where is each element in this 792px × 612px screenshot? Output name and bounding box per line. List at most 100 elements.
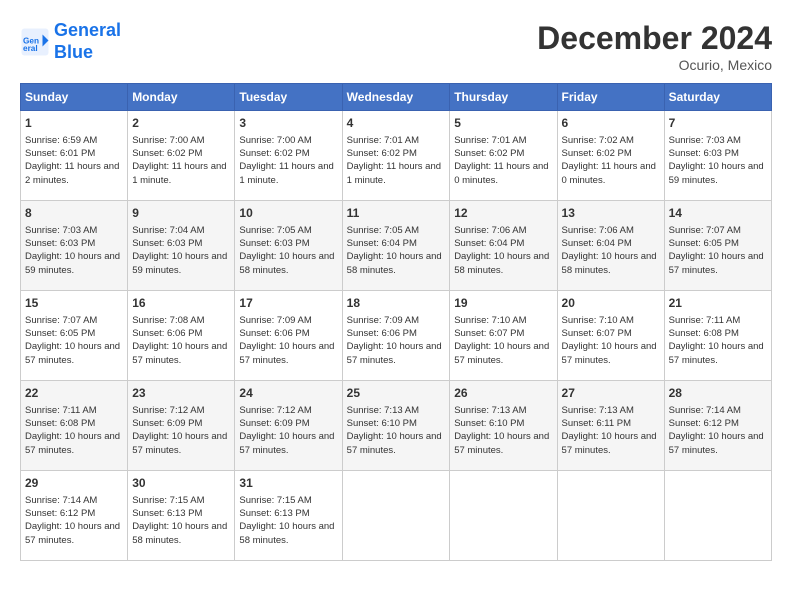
day-number: 7 [669, 115, 767, 132]
sunrise-label: Sunrise: 7:12 AM [239, 405, 311, 416]
sunrise-label: Sunrise: 7:05 AM [347, 225, 419, 236]
sunset-label: Sunset: 6:03 PM [239, 238, 309, 249]
sunset-label: Sunset: 6:06 PM [239, 328, 309, 339]
sunrise-label: Sunrise: 7:14 AM [25, 495, 97, 506]
calendar-cell: 9 Sunrise: 7:04 AM Sunset: 6:03 PM Dayli… [128, 201, 235, 291]
sunrise-label: Sunrise: 7:07 AM [669, 225, 741, 236]
calendar-cell: 13 Sunrise: 7:06 AM Sunset: 6:04 PM Dayl… [557, 201, 664, 291]
calendar-cell: 16 Sunrise: 7:08 AM Sunset: 6:06 PM Dayl… [128, 291, 235, 381]
calendar-cell: 25 Sunrise: 7:13 AM Sunset: 6:10 PM Dayl… [342, 381, 450, 471]
daylight-label: Daylight: 10 hours and 59 minutes. [669, 161, 764, 185]
sunset-label: Sunset: 6:12 PM [25, 508, 95, 519]
sunrise-label: Sunrise: 7:03 AM [25, 225, 97, 236]
sunset-label: Sunset: 6:06 PM [132, 328, 202, 339]
calendar-cell: 12 Sunrise: 7:06 AM Sunset: 6:04 PM Dayl… [450, 201, 557, 291]
logo-line2: Blue [54, 42, 93, 62]
day-number: 22 [25, 385, 123, 402]
daylight-label: Daylight: 10 hours and 57 minutes. [25, 341, 120, 365]
daylight-label: Daylight: 10 hours and 58 minutes. [347, 251, 442, 275]
sunset-label: Sunset: 6:02 PM [454, 148, 524, 159]
day-number: 19 [454, 295, 552, 312]
col-sunday: Sunday [21, 84, 128, 111]
sunrise-label: Sunrise: 7:08 AM [132, 315, 204, 326]
sunset-label: Sunset: 6:01 PM [25, 148, 95, 159]
sunset-label: Sunset: 6:02 PM [562, 148, 632, 159]
daylight-label: Daylight: 11 hours and 1 minute. [132, 161, 226, 185]
sunrise-label: Sunrise: 7:10 AM [562, 315, 634, 326]
day-number: 10 [239, 205, 337, 222]
daylight-label: Daylight: 10 hours and 57 minutes. [669, 431, 764, 455]
day-number: 23 [132, 385, 230, 402]
sunrise-label: Sunrise: 7:07 AM [25, 315, 97, 326]
daylight-label: Daylight: 10 hours and 57 minutes. [669, 251, 764, 275]
daylight-label: Daylight: 10 hours and 57 minutes. [562, 431, 657, 455]
sunset-label: Sunset: 6:13 PM [239, 508, 309, 519]
sunset-label: Sunset: 6:08 PM [669, 328, 739, 339]
daylight-label: Daylight: 10 hours and 57 minutes. [132, 431, 227, 455]
day-number: 27 [562, 385, 660, 402]
sunrise-label: Sunrise: 7:13 AM [347, 405, 419, 416]
sunset-label: Sunset: 6:05 PM [669, 238, 739, 249]
sunrise-label: Sunrise: 7:01 AM [454, 135, 526, 146]
calendar-cell: 6 Sunrise: 7:02 AM Sunset: 6:02 PM Dayli… [557, 111, 664, 201]
day-number: 16 [132, 295, 230, 312]
sunrise-label: Sunrise: 7:13 AM [562, 405, 634, 416]
sunset-label: Sunset: 6:06 PM [347, 328, 417, 339]
sunrise-label: Sunrise: 7:00 AM [239, 135, 311, 146]
calendar-cell: 15 Sunrise: 7:07 AM Sunset: 6:05 PM Dayl… [21, 291, 128, 381]
sunrise-label: Sunrise: 7:03 AM [669, 135, 741, 146]
calendar-cell: 23 Sunrise: 7:12 AM Sunset: 6:09 PM Dayl… [128, 381, 235, 471]
sunrise-label: Sunrise: 7:11 AM [25, 405, 97, 416]
sunrise-label: Sunrise: 7:10 AM [454, 315, 526, 326]
daylight-label: Daylight: 11 hours and 2 minutes. [25, 161, 119, 185]
day-number: 17 [239, 295, 337, 312]
calendar-cell: 27 Sunrise: 7:13 AM Sunset: 6:11 PM Dayl… [557, 381, 664, 471]
calendar-cell [450, 471, 557, 561]
sunset-label: Sunset: 6:03 PM [669, 148, 739, 159]
calendar-table: Sunday Monday Tuesday Wednesday Thursday… [20, 83, 772, 561]
day-number: 29 [25, 475, 123, 492]
col-saturday: Saturday [664, 84, 771, 111]
day-number: 3 [239, 115, 337, 132]
calendar-cell [664, 471, 771, 561]
calendar-cell: 5 Sunrise: 7:01 AM Sunset: 6:02 PM Dayli… [450, 111, 557, 201]
calendar-week-row: 8 Sunrise: 7:03 AM Sunset: 6:03 PM Dayli… [21, 201, 772, 291]
day-number: 31 [239, 475, 337, 492]
daylight-label: Daylight: 11 hours and 1 minute. [239, 161, 333, 185]
sunrise-label: Sunrise: 7:02 AM [562, 135, 634, 146]
day-number: 26 [454, 385, 552, 402]
sunset-label: Sunset: 6:04 PM [562, 238, 632, 249]
calendar-cell: 3 Sunrise: 7:00 AM Sunset: 6:02 PM Dayli… [235, 111, 342, 201]
daylight-label: Daylight: 10 hours and 58 minutes. [132, 521, 227, 545]
calendar-cell [342, 471, 450, 561]
day-number: 20 [562, 295, 660, 312]
calendar-cell: 22 Sunrise: 7:11 AM Sunset: 6:08 PM Dayl… [21, 381, 128, 471]
calendar-cell: 14 Sunrise: 7:07 AM Sunset: 6:05 PM Dayl… [664, 201, 771, 291]
sunrise-label: Sunrise: 7:15 AM [132, 495, 204, 506]
sunset-label: Sunset: 6:07 PM [454, 328, 524, 339]
daylight-label: Daylight: 10 hours and 57 minutes. [454, 431, 549, 455]
sunset-label: Sunset: 6:08 PM [25, 418, 95, 429]
sunset-label: Sunset: 6:10 PM [454, 418, 524, 429]
calendar-cell: 8 Sunrise: 7:03 AM Sunset: 6:03 PM Dayli… [21, 201, 128, 291]
calendar-cell: 24 Sunrise: 7:12 AM Sunset: 6:09 PM Dayl… [235, 381, 342, 471]
sunrise-label: Sunrise: 7:12 AM [132, 405, 204, 416]
day-number: 11 [347, 205, 446, 222]
col-monday: Monday [128, 84, 235, 111]
sunrise-label: Sunrise: 7:00 AM [132, 135, 204, 146]
daylight-label: Daylight: 11 hours and 0 minutes. [454, 161, 548, 185]
sunset-label: Sunset: 6:09 PM [239, 418, 309, 429]
daylight-label: Daylight: 10 hours and 58 minutes. [562, 251, 657, 275]
daylight-label: Daylight: 10 hours and 57 minutes. [562, 341, 657, 365]
sunset-label: Sunset: 6:07 PM [562, 328, 632, 339]
calendar-cell: 4 Sunrise: 7:01 AM Sunset: 6:02 PM Dayli… [342, 111, 450, 201]
daylight-label: Daylight: 10 hours and 57 minutes. [25, 431, 120, 455]
sunset-label: Sunset: 6:02 PM [347, 148, 417, 159]
col-wednesday: Wednesday [342, 84, 450, 111]
calendar-cell: 10 Sunrise: 7:05 AM Sunset: 6:03 PM Dayl… [235, 201, 342, 291]
calendar-cell [557, 471, 664, 561]
sunset-label: Sunset: 6:02 PM [239, 148, 309, 159]
sunrise-label: Sunrise: 7:01 AM [347, 135, 419, 146]
logo: Gen eral General Blue [20, 20, 121, 63]
sunset-label: Sunset: 6:13 PM [132, 508, 202, 519]
